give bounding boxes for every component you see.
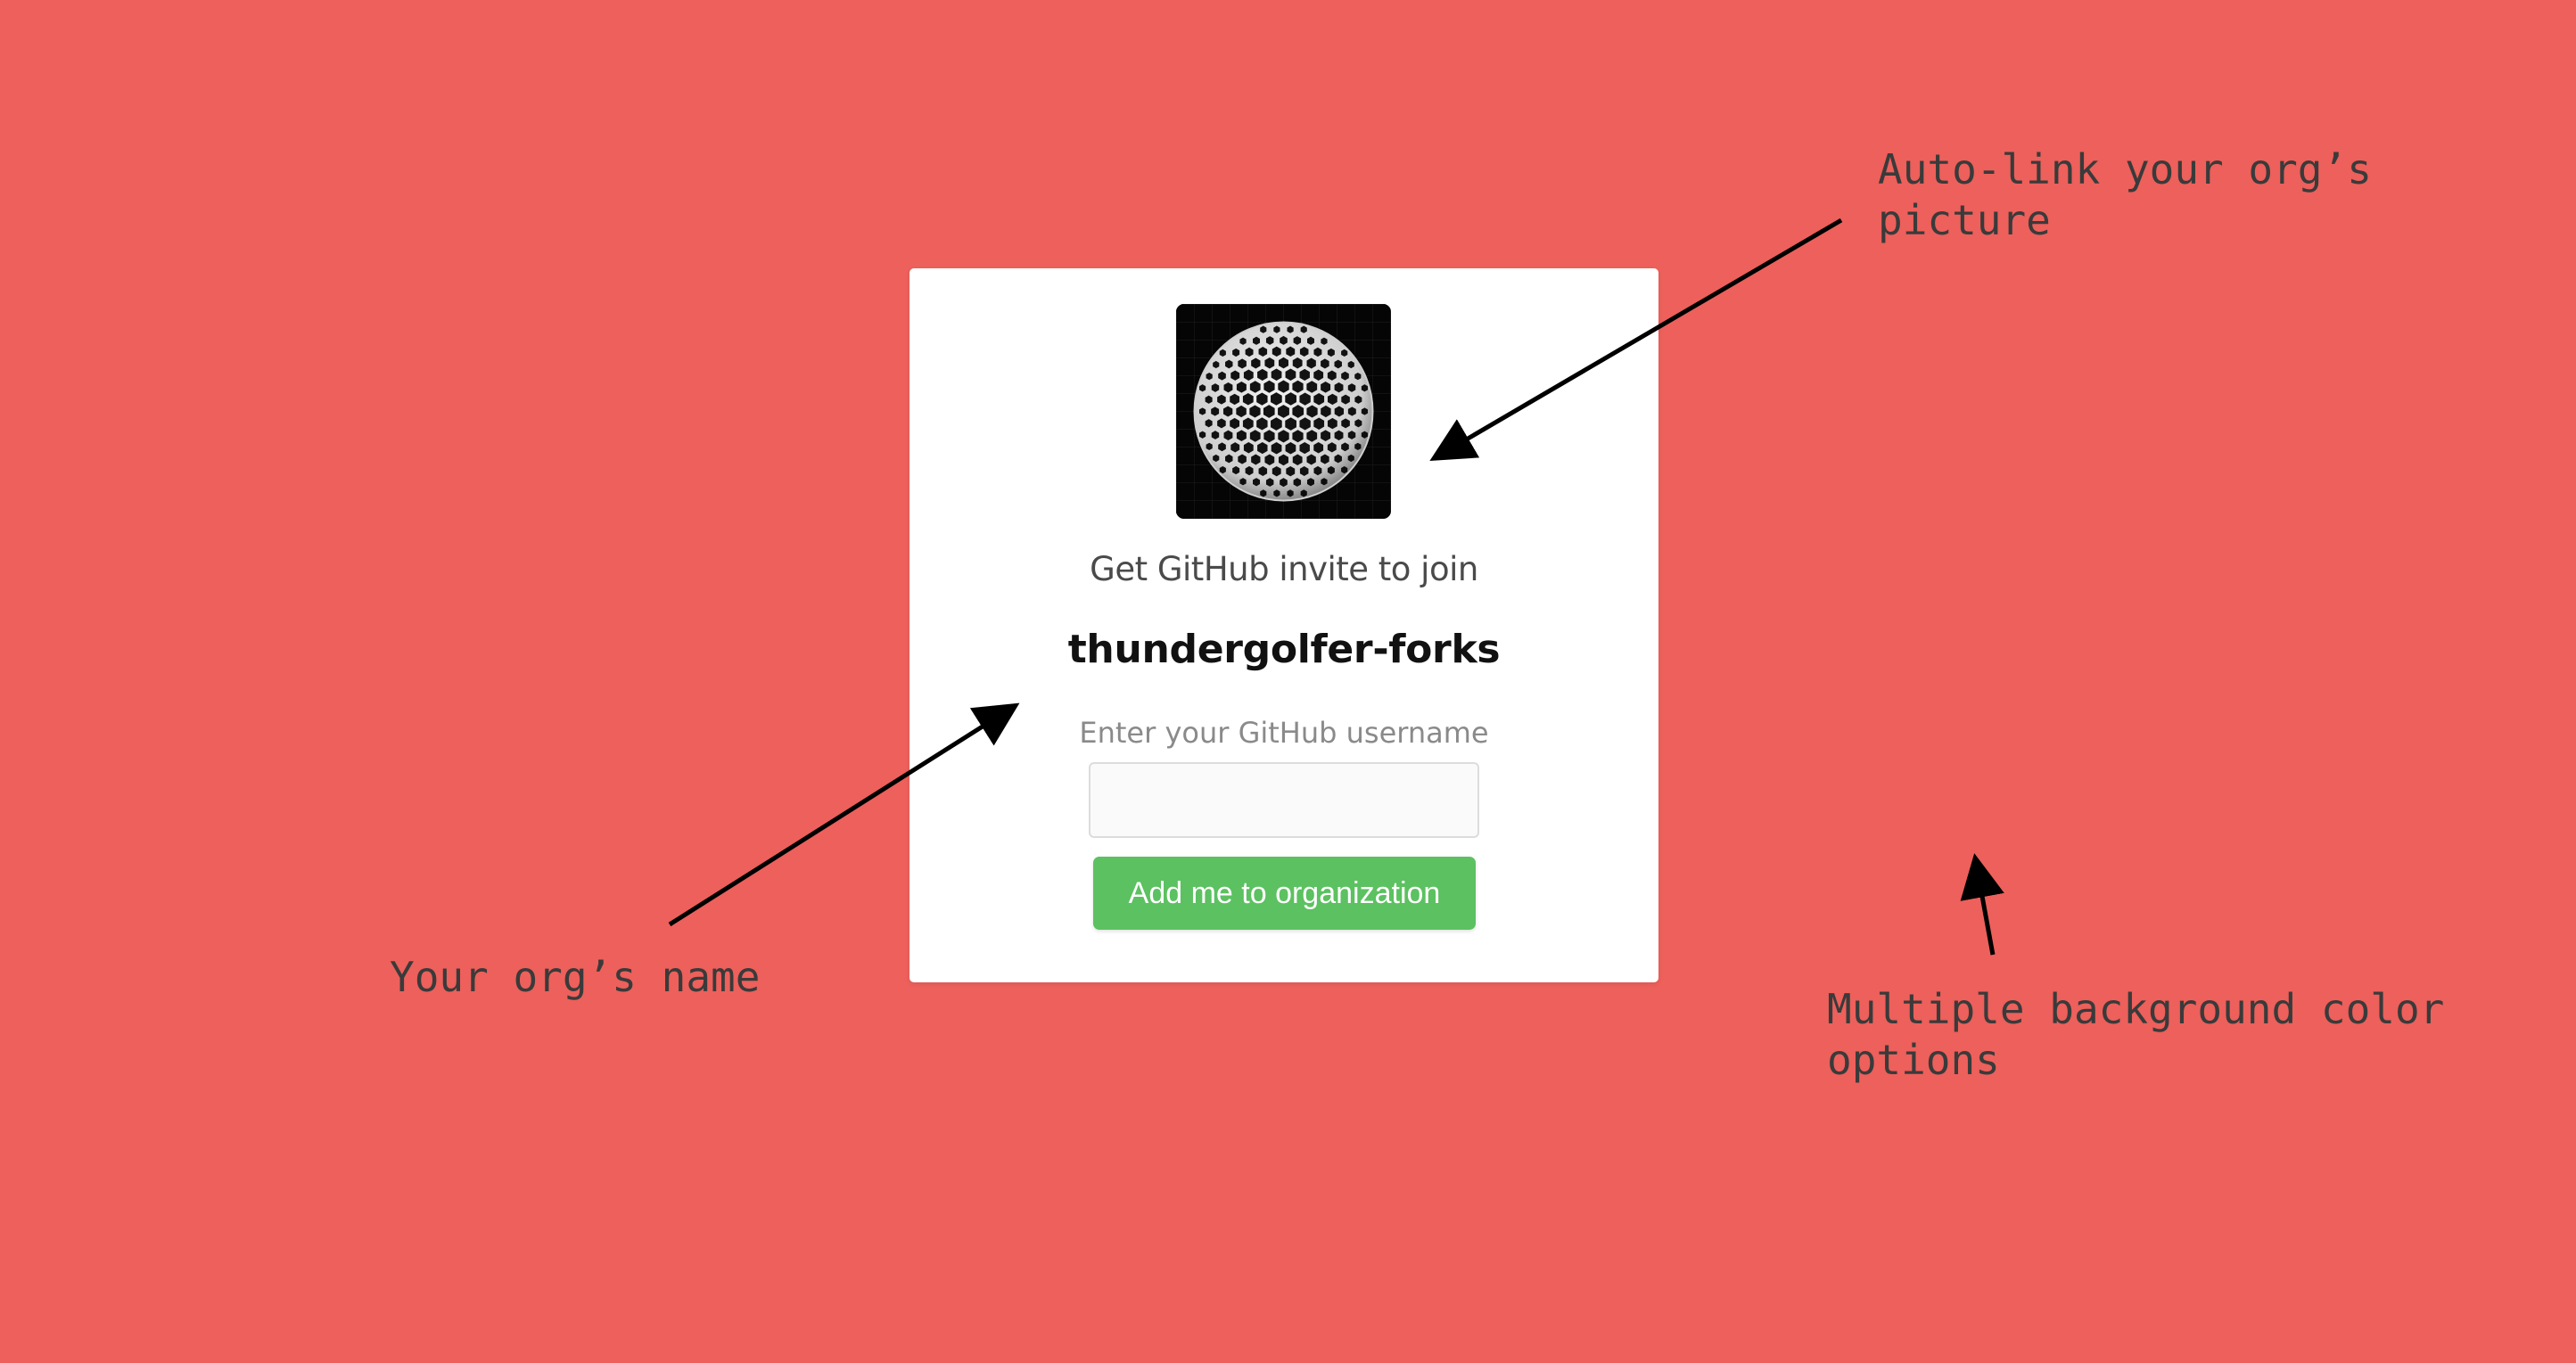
arrow-to-background bbox=[1960, 853, 2004, 956]
annotation-picture-note: Auto-link your org’s picture bbox=[1878, 145, 2372, 244]
annotation-background-note: Multiple background color options bbox=[1827, 985, 2445, 1084]
arrow-to-avatar bbox=[1429, 218, 1843, 462]
page-background: Get GitHub invite to join thundergolfer-… bbox=[0, 0, 2576, 1363]
annotation-name-note: Your org’s name bbox=[390, 953, 761, 1001]
arrow-to-org-name bbox=[668, 702, 1020, 927]
